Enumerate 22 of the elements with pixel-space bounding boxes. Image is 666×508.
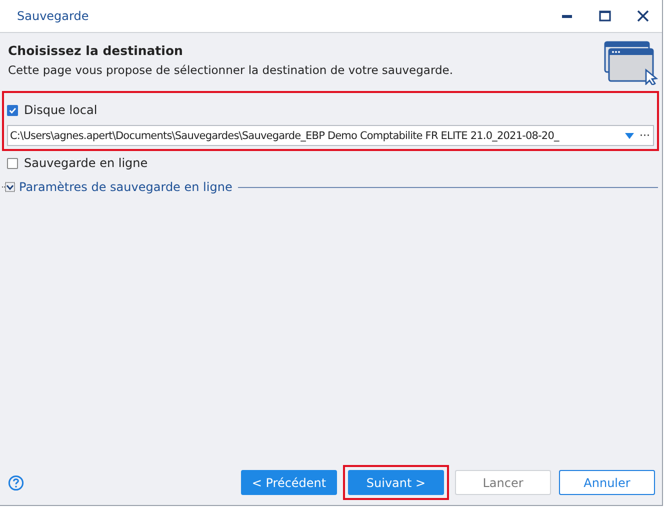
online-backup-checkbox[interactable]: Sauvegarde en ligne	[7, 156, 662, 170]
wizard-button[interactable]: Suivant >	[348, 470, 444, 495]
window-cursor-icon	[604, 41, 658, 85]
page-title: Choisissez la destination	[8, 43, 184, 58]
local-disk-checkbox[interactable]: Disque local	[7, 103, 654, 117]
maximize-icon	[598, 9, 612, 23]
checkbox[interactable]	[7, 104, 18, 116]
browse-button[interactable]: ···	[640, 129, 650, 142]
wizard-button[interactable]: Annuler	[559, 470, 655, 495]
dropdown-arrow-icon[interactable]	[624, 132, 634, 138]
checkbox-label: Sauvegarde en ligne	[24, 156, 148, 170]
path-field[interactable]: C:\Users\agnes.apert\Documents\Sauvegardes\Sauvegarde_EBP Demo Comptabilite FR ELITE 21.0_2021-08-20_ ···	[7, 125, 654, 146]
checkbox-label: Disque local	[24, 103, 98, 117]
group-title: Paramètres de sauvegarde en ligne	[19, 180, 232, 194]
wizard-button[interactable]: < Précédent	[241, 470, 337, 495]
window-title: Sauvegarde	[17, 9, 89, 23]
checkbox[interactable]	[7, 158, 18, 168]
page-description: Cette page vous propose de sélectionner la destination de votre sauvegarde.	[8, 63, 454, 77]
close-icon	[636, 9, 650, 23]
checkmark-icon	[8, 106, 17, 114]
help-icon[interactable]	[8, 474, 24, 490]
expand-icon[interactable]	[2, 182, 16, 192]
